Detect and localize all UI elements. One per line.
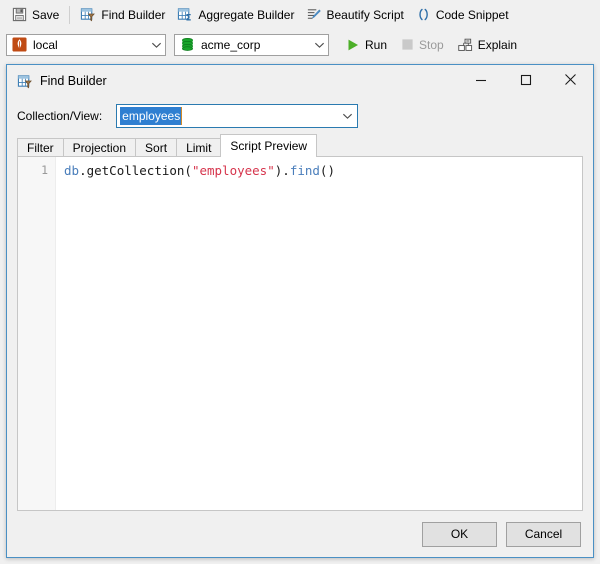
toolbar-label-save: Save (32, 7, 60, 22)
stop-square-icon (401, 38, 414, 51)
code-token-string: "employees" (191, 163, 275, 178)
find-builder-grid-icon (17, 74, 33, 89)
connection-dropdown[interactable]: local (6, 33, 166, 56)
execution-controls: Run Stop Explain (339, 34, 524, 56)
tab-projection[interactable]: Projection (62, 138, 137, 157)
svg-text:Σ: Σ (186, 13, 192, 23)
toolbar-button-find-builder[interactable]: Find Builder (74, 4, 171, 26)
close-button[interactable] (548, 66, 593, 97)
collection-dropdown[interactable]: employees (116, 104, 359, 128)
run-label: Run (365, 37, 388, 52)
maximize-icon (520, 74, 532, 89)
play-triangle-icon (346, 38, 360, 52)
chevron-down-icon[interactable] (310, 35, 328, 55)
minimize-button[interactable] (458, 66, 503, 97)
database-dropdown[interactable]: acme_corp (174, 33, 329, 56)
stop-label: Stop (419, 37, 444, 52)
beautify-pen-icon (306, 7, 322, 22)
mongodb-leaf-icon (12, 37, 27, 52)
code-token-object: db (64, 163, 80, 178)
code-token-function: find (289, 163, 320, 178)
toolbar-button-beautify-script[interactable]: Beautify Script (300, 4, 409, 26)
code-token-punct: ). (274, 163, 290, 178)
toolbar-button-code-snippet[interactable]: Code Snippet (410, 4, 515, 26)
stop-button[interactable]: Stop (394, 34, 451, 56)
explain-diagram-icon (457, 38, 473, 52)
code-token-method: .getCollection( (79, 163, 192, 178)
collection-label: Collection/View: (17, 109, 103, 123)
tab-script-preview[interactable]: Script Preview (220, 134, 318, 157)
run-button[interactable]: Run (339, 34, 394, 56)
dialog-footer: OK Cancel (7, 511, 593, 557)
tab-sort[interactable]: Sort (135, 138, 178, 157)
minimize-icon (475, 74, 487, 89)
line-number-gutter: 1 (18, 157, 56, 510)
dialog-title: Find Builder (40, 74, 107, 88)
code-token-parens: () (319, 163, 335, 178)
find-builder-dialog: Find Builder Collection/View: employees … (6, 64, 594, 558)
toolbar-label-find-builder: Find Builder (101, 7, 166, 22)
explain-label: Explain (477, 37, 518, 52)
database-value: acme_corp (201, 37, 261, 52)
toolbar-separator (69, 5, 71, 24)
dialog-body: Collection/View: employees Filter Projec… (7, 97, 593, 511)
toolbar-button-aggregate-builder[interactable]: Σ Aggregate Builder (171, 4, 300, 26)
database-cylinder-icon (180, 37, 195, 52)
aggregate-builder-sigma-icon: Σ (177, 7, 193, 22)
chevron-down-icon[interactable] (147, 35, 165, 55)
close-icon (564, 73, 577, 89)
toolbar-label-code-snippet: Code Snippet (435, 7, 509, 22)
maximize-button[interactable] (503, 66, 548, 97)
connection-bar: local acme_corp Run Stop Explain (0, 29, 600, 60)
cancel-button[interactable]: Cancel (506, 521, 581, 547)
builder-tabs: Filter Projection Sort Limit Script Prev… (17, 134, 583, 157)
toolbar-label-aggregate-builder: Aggregate Builder (198, 7, 295, 22)
explain-button[interactable]: Explain (451, 34, 524, 56)
code-content[interactable]: db.getCollection("employees").find() (56, 157, 582, 510)
find-builder-grid-icon (80, 7, 96, 22)
collection-field-row: Collection/View: employees (17, 97, 583, 135)
tab-filter[interactable]: Filter (17, 138, 64, 157)
collection-input-value[interactable]: employees (120, 107, 183, 125)
toolbar-label-beautify-script: Beautify Script (326, 7, 404, 22)
connection-value: local (33, 37, 58, 52)
main-toolbar: Save Find Builder Σ Aggregate Builder Be… (0, 0, 600, 29)
toolbar-button-save[interactable]: Save (6, 4, 65, 26)
save-floppy-icon (12, 7, 27, 22)
line-number: 1 (41, 163, 48, 177)
tab-limit[interactable]: Limit (176, 138, 222, 157)
script-preview-editor[interactable]: 1 db.getCollection("employees").find() (17, 156, 583, 511)
code-snippet-parens-icon (416, 7, 431, 22)
application-background: Save Find Builder Σ Aggregate Builder Be… (0, 0, 600, 564)
dialog-titlebar[interactable]: Find Builder (7, 65, 593, 97)
chevron-down-icon[interactable] (337, 112, 357, 120)
ok-button[interactable]: OK (422, 521, 497, 547)
